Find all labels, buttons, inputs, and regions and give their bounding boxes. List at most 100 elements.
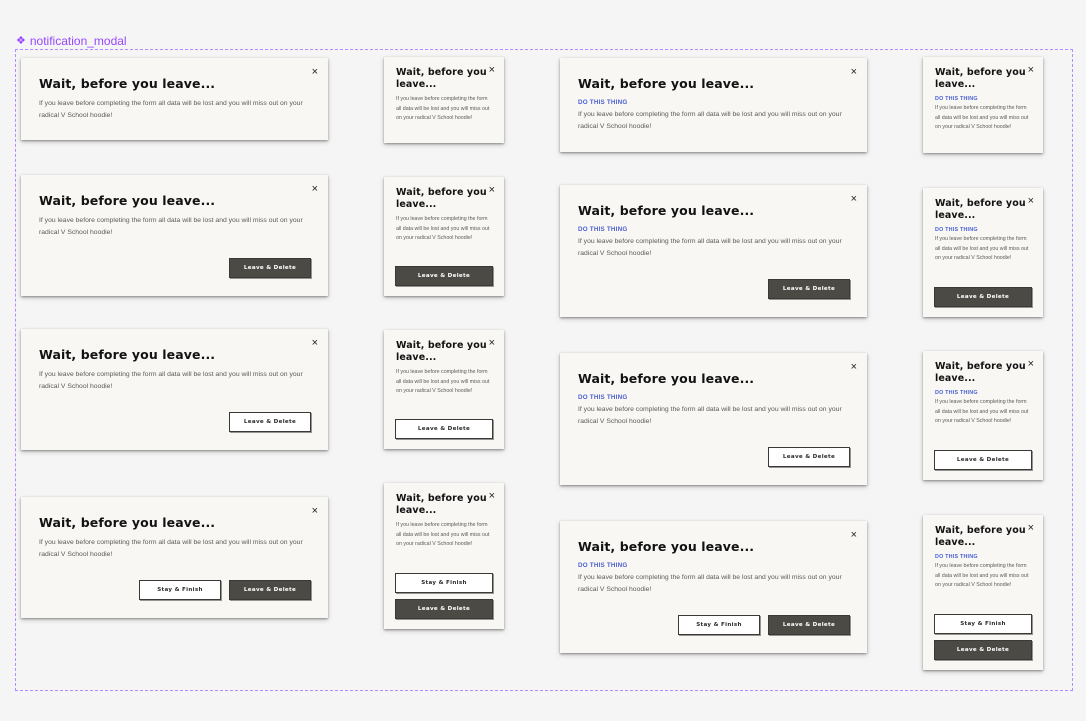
modal-body: If you leave before completing the form …: [935, 399, 1029, 424]
modal-narrow-subtitle-primary: × Wait, before you leave... DO THIS THIN…: [923, 188, 1043, 317]
close-icon[interactable]: ×: [312, 505, 318, 517]
modal-actions: Stay & Finish Leave & Delete: [934, 614, 1032, 660]
modal-title: Wait, before you leave...: [396, 493, 487, 516]
modal-wide-subtitle-plain: × Wait, before you leave... DO THIS THIN…: [560, 58, 867, 152]
close-icon[interactable]: ×: [489, 490, 495, 502]
leave-delete-button[interactable]: Leave & Delete: [934, 450, 1032, 470]
modal-body: If you leave before completing the form …: [396, 369, 490, 394]
modal-subtitle: DO THIS THING: [578, 562, 628, 569]
close-icon[interactable]: ×: [489, 337, 495, 349]
modal-subtitle: DO THIS THING: [935, 96, 978, 102]
leave-delete-button[interactable]: Leave & Delete: [395, 266, 493, 286]
modal-actions: Stay & Finish Leave & Delete: [678, 615, 850, 635]
modal-body: If you leave before completing the form …: [396, 522, 490, 547]
modal-body: If you leave before completing the form …: [578, 406, 842, 425]
modal-actions: Leave & Delete: [395, 419, 493, 439]
modal-body: If you leave before completing the form …: [39, 371, 303, 390]
close-icon[interactable]: ×: [1028, 358, 1034, 370]
modal-body: If you leave before completing the form …: [935, 236, 1029, 261]
modal-wide-subtitle-primary: × Wait, before you leave... DO THIS THIN…: [560, 185, 867, 317]
leave-delete-button[interactable]: Leave & Delete: [934, 287, 1032, 307]
modal-wide-secondary: × Wait, before you leave... If you leave…: [21, 329, 328, 450]
leave-delete-button[interactable]: Leave & Delete: [229, 580, 311, 600]
modal-body: If you leave before completing the form …: [39, 100, 303, 119]
modal-wide-two-actions: × Wait, before you leave... If you leave…: [21, 497, 328, 618]
modal-subtitle: DO THIS THING: [935, 390, 978, 396]
modal-body: If you leave before completing the form …: [396, 96, 490, 121]
modal-body: If you leave before completing the form …: [578, 574, 842, 593]
close-icon[interactable]: ×: [851, 193, 857, 205]
modal-body: If you leave before completing the form …: [935, 105, 1029, 130]
modal-actions: Leave & Delete: [768, 447, 850, 467]
close-icon[interactable]: ×: [1028, 64, 1034, 76]
modal-narrow-plain: × Wait, before you leave... If you leave…: [384, 57, 504, 143]
modal-narrow-subtitle-secondary: × Wait, before you leave... DO THIS THIN…: [923, 351, 1043, 480]
component-label[interactable]: ❖ notification_modal: [16, 34, 127, 48]
leave-delete-button[interactable]: Leave & Delete: [768, 279, 850, 299]
modal-subtitle: DO THIS THING: [935, 554, 978, 560]
modal-narrow-subtitle-plain: × Wait, before you leave... DO THIS THIN…: [923, 57, 1043, 153]
modal-title: Wait, before you leave...: [578, 76, 755, 91]
modal-subtitle: DO THIS THING: [578, 99, 628, 106]
modal-title: Wait, before you leave...: [578, 539, 755, 554]
close-icon[interactable]: ×: [851, 529, 857, 541]
modal-body: If you leave before completing the form …: [578, 111, 842, 130]
stay-finish-button[interactable]: Stay & Finish: [934, 614, 1032, 634]
leave-delete-button[interactable]: Leave & Delete: [768, 615, 850, 635]
modal-subtitle: DO THIS THING: [578, 226, 628, 233]
modal-narrow-primary: × Wait, before you leave... If you leave…: [384, 177, 504, 296]
modal-body: If you leave before completing the form …: [578, 238, 842, 257]
component-icon: ❖: [16, 35, 26, 47]
modal-title: Wait, before you leave...: [935, 525, 1026, 548]
close-icon[interactable]: ×: [312, 337, 318, 349]
modal-title: Wait, before you leave...: [935, 198, 1026, 221]
leave-delete-button[interactable]: Leave & Delete: [229, 258, 311, 278]
modal-title: Wait, before you leave...: [935, 67, 1026, 90]
modal-actions: Leave & Delete: [768, 279, 850, 299]
modal-actions: Leave & Delete: [229, 258, 311, 278]
modal-actions: Leave & Delete: [395, 266, 493, 286]
modal-body: If you leave before completing the form …: [935, 563, 1029, 588]
leave-delete-button[interactable]: Leave & Delete: [768, 447, 850, 467]
leave-delete-button[interactable]: Leave & Delete: [229, 412, 311, 432]
modal-wide-subtitle-two-actions: × Wait, before you leave... DO THIS THIN…: [560, 521, 867, 653]
modal-title: Wait, before you leave...: [396, 340, 487, 363]
close-icon[interactable]: ×: [851, 66, 857, 78]
close-icon[interactable]: ×: [851, 361, 857, 373]
close-icon[interactable]: ×: [312, 66, 318, 78]
modal-title: Wait, before you leave...: [578, 371, 755, 386]
component-name: notification_modal: [29, 34, 127, 48]
modal-body: If you leave before completing the form …: [39, 217, 303, 236]
close-icon[interactable]: ×: [312, 183, 318, 195]
stay-finish-button[interactable]: Stay & Finish: [139, 580, 221, 600]
close-icon[interactable]: ×: [489, 184, 495, 196]
modal-narrow-secondary: × Wait, before you leave... If you leave…: [384, 330, 504, 449]
close-icon[interactable]: ×: [1028, 522, 1034, 534]
modal-actions: Leave & Delete: [934, 450, 1032, 470]
modal-title: Wait, before you leave...: [935, 361, 1026, 384]
modal-title: Wait, before you leave...: [396, 187, 487, 210]
modal-actions: Stay & Finish Leave & Delete: [395, 573, 493, 619]
stay-finish-button[interactable]: Stay & Finish: [678, 615, 760, 635]
leave-delete-button[interactable]: Leave & Delete: [395, 419, 493, 439]
modal-wide-plain: × Wait, before you leave... If you leave…: [21, 58, 328, 140]
close-icon[interactable]: ×: [489, 64, 495, 76]
modal-body: If you leave before completing the form …: [396, 216, 490, 241]
modal-wide-subtitle-secondary: × Wait, before you leave... DO THIS THIN…: [560, 353, 867, 485]
modal-title: Wait, before you leave...: [39, 193, 216, 208]
leave-delete-button[interactable]: Leave & Delete: [934, 640, 1032, 660]
close-icon[interactable]: ×: [1028, 195, 1034, 207]
modal-subtitle: DO THIS THING: [578, 394, 628, 401]
leave-delete-button[interactable]: Leave & Delete: [395, 599, 493, 619]
modal-narrow-subtitle-two-actions: × Wait, before you leave... DO THIS THIN…: [923, 515, 1043, 670]
stay-finish-button[interactable]: Stay & Finish: [395, 573, 493, 593]
modal-actions: Leave & Delete: [229, 412, 311, 432]
modal-title: Wait, before you leave...: [39, 76, 216, 91]
modal-wide-primary: × Wait, before you leave... If you leave…: [21, 175, 328, 296]
modal-actions: Leave & Delete: [934, 287, 1032, 307]
modal-body: If you leave before completing the form …: [39, 539, 303, 558]
modal-narrow-two-actions: × Wait, before you leave... If you leave…: [384, 483, 504, 629]
modal-title: Wait, before you leave...: [39, 515, 216, 530]
modal-title: Wait, before you leave...: [396, 67, 487, 90]
modal-title: Wait, before you leave...: [39, 347, 216, 362]
